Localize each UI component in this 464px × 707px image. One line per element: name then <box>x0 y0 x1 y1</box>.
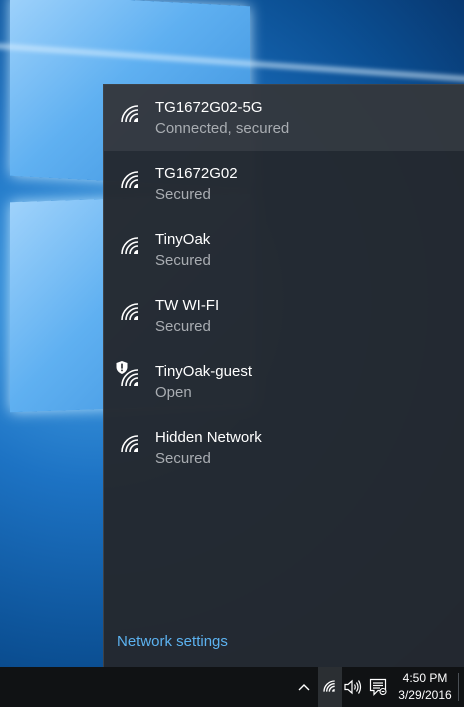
taskbar: 4:50 PM 3/29/2016 <box>0 667 464 707</box>
volume-tray-button[interactable] <box>342 667 364 707</box>
network-name: TG1672G02-5G <box>155 99 263 116</box>
shield-warning-icon <box>116 361 128 374</box>
volume-icon <box>344 679 362 695</box>
clock-date: 3/29/2016 <box>398 688 452 702</box>
show-hidden-icons-button[interactable] <box>292 667 316 707</box>
network-status: Secured <box>155 252 211 269</box>
wifi-icon <box>121 303 139 321</box>
network-item[interactable]: Hidden Network Secured <box>104 415 464 481</box>
network-item[interactable]: TG1672G02 Secured <box>104 151 464 217</box>
network-item[interactable]: TinyOak-guest Open <box>104 349 464 415</box>
action-center-button[interactable] <box>366 667 390 707</box>
network-tray-button[interactable] <box>318 667 342 707</box>
network-status: Secured <box>155 450 211 467</box>
wifi-icon <box>121 237 139 255</box>
clock-time: 4:50 PM <box>402 671 448 685</box>
network-name: TW WI-FI <box>155 297 220 314</box>
network-status: Secured <box>155 186 211 203</box>
wifi-icon <box>121 171 139 189</box>
network-name: TG1672G02 <box>155 165 238 182</box>
show-desktop-button[interactable] <box>458 673 464 701</box>
network-name: TinyOak <box>155 231 211 248</box>
network-item[interactable]: TG1672G02-5G Connected, secured <box>104 85 464 151</box>
network-name: TinyOak-guest <box>155 363 252 380</box>
wifi-icon <box>121 105 139 123</box>
network-status: Secured <box>155 318 211 335</box>
network-settings-link[interactable]: Network settings <box>117 633 228 650</box>
network-status: Open <box>155 384 192 401</box>
network-status: Connected, secured <box>155 120 290 137</box>
action-center-icon <box>369 678 387 696</box>
network-name: Hidden Network <box>155 429 262 446</box>
taskbar-clock[interactable]: 4:50 PM 3/29/2016 <box>392 667 458 707</box>
network-item[interactable]: TinyOak Secured <box>104 217 464 283</box>
network-item[interactable]: TW WI-FI Secured <box>104 283 464 349</box>
network-list: TG1672G02-5G Connected, secured TG1672G0… <box>104 85 464 481</box>
chevron-up-icon <box>298 684 310 691</box>
network-flyout: TG1672G02-5G Connected, secured TG1672G0… <box>103 84 464 667</box>
wifi-icon <box>121 435 139 453</box>
wifi-icon <box>323 680 335 692</box>
